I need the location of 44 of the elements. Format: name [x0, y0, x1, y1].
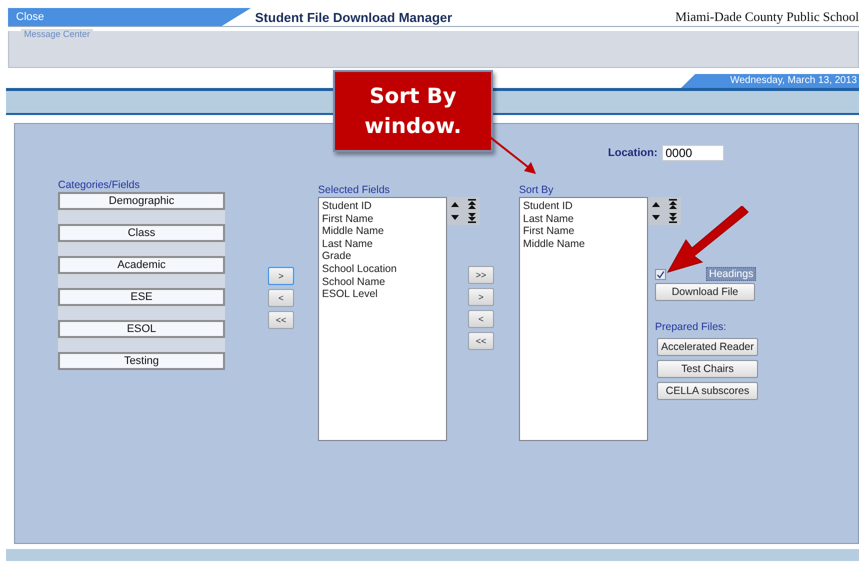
list-item[interactable]: ESOL Level	[322, 288, 443, 301]
window-title: Student File Download Manager	[255, 10, 454, 24]
move-bottom-icon[interactable]	[466, 212, 478, 224]
category-button[interactable]: Academic	[58, 256, 225, 274]
location-label: Location:	[608, 147, 658, 159]
move-button[interactable]: <	[268, 289, 294, 307]
category-button[interactable]: ESOL	[58, 320, 225, 338]
section-label: Categories/Fields	[58, 179, 141, 192]
location-field[interactable]: 0000	[662, 145, 724, 161]
download-file-button[interactable]: Download File	[655, 283, 755, 301]
move-top-icon[interactable]	[666, 198, 679, 210]
section-label: Sort By	[519, 184, 554, 197]
category-button[interactable]: ESE	[58, 288, 225, 306]
category-button[interactable]: Class	[58, 224, 225, 242]
prepared-file-button[interactable]: CELLA subscores	[657, 382, 758, 400]
district-name: Miami-Dade County Public School	[675, 9, 859, 25]
move-button[interactable]: <<	[268, 311, 294, 329]
section-label: Selected Fields	[318, 184, 391, 197]
move-button[interactable]: <<	[468, 332, 494, 350]
prepared-file-button[interactable]: Accelerated Reader	[657, 338, 758, 356]
list-item[interactable]: First Name	[523, 225, 644, 238]
list-item[interactable]: Grade	[322, 250, 443, 263]
move-button[interactable]: <	[468, 310, 494, 328]
checkbox-label: Headings	[706, 267, 756, 281]
section-label: Prepared Files:	[655, 321, 726, 334]
category-button[interactable]: Demographic	[58, 192, 225, 210]
move-button[interactable]: >	[268, 267, 294, 285]
prepared-file-button[interactable]: Test Chairs	[657, 360, 758, 378]
list-item[interactable]: Last Name	[322, 238, 443, 250]
list-item[interactable]: First Name	[322, 212, 443, 226]
list-item[interactable]: School Name	[322, 276, 443, 288]
callout-box: Sort By window.	[333, 70, 493, 152]
message-center-label: Message Center	[21, 29, 94, 39]
move-bottom-icon[interactable]	[666, 212, 679, 224]
category-button[interactable]: Testing	[58, 352, 225, 370]
move-top-icon[interactable]	[466, 198, 478, 210]
list-item[interactable]: Last Name	[523, 212, 644, 226]
list-item[interactable]: Middle Name	[322, 225, 443, 238]
list-item[interactable]: Student ID	[322, 200, 443, 213]
move-button[interactable]: >>	[468, 266, 494, 284]
list-item[interactable]: Middle Name	[523, 238, 644, 250]
list-item[interactable]: School Location	[322, 262, 443, 276]
list-item[interactable]: Student ID	[523, 200, 644, 213]
move-button[interactable]: >	[468, 288, 494, 306]
